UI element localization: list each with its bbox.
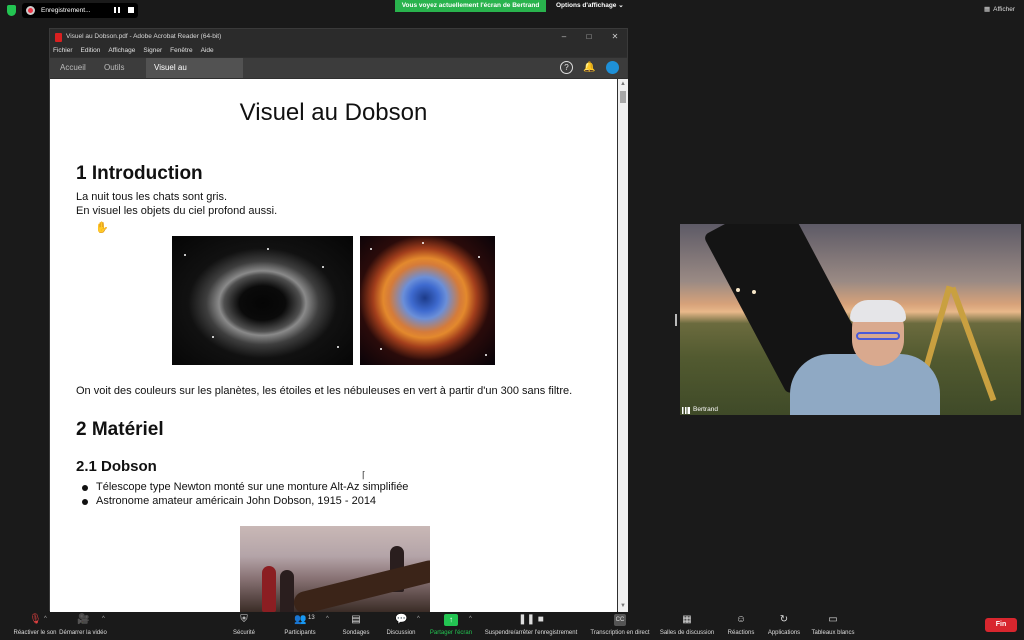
participant-name-label: Bertrand [680, 405, 718, 415]
video-off-icon: 🎥 [77, 614, 90, 625]
share-screen-icon: ↑ [444, 614, 458, 626]
chevron-down-icon: ⌄ [618, 2, 624, 9]
chat-icon: 💬 [395, 614, 408, 625]
scrollbar-thumb[interactable] [620, 91, 626, 103]
helix-nebula-bw-image [172, 236, 353, 365]
window-title: Visuel au Dobson.pdf - Adobe Acrobat Rea… [66, 33, 222, 40]
audio-options-caret-icon[interactable]: ^ [44, 616, 47, 622]
breakout-rooms-icon: ▦ [682, 614, 692, 625]
avatar[interactable] [606, 61, 619, 74]
heading-materiel: 2 Matériel [76, 419, 164, 440]
signal-strength-icon [682, 406, 690, 414]
zoom-top-bar: Enregistrement... Vous voyez actuellemen… [0, 0, 1024, 22]
menu-fichier[interactable]: Fichier [53, 45, 73, 57]
menu-signer[interactable]: Signer [143, 45, 162, 57]
menu-edition[interactable]: Edition [81, 45, 101, 57]
close-icon[interactable]: ✕ [609, 31, 621, 43]
participant-name: Bertrand [693, 406, 718, 413]
maximize-icon[interactable]: □ [583, 31, 595, 43]
recording-dot-icon [26, 6, 35, 15]
zoom-meeting-window: Enregistrement... Vous voyez actuellemen… [0, 0, 1024, 640]
text-cursor-icon: ⌈ [362, 470, 366, 480]
acrobat-pdf-icon [55, 33, 62, 42]
share-screen-label: Partager l'écran [429, 630, 473, 636]
intro-line-1: La nuit tous les chats sont gris. [76, 191, 228, 203]
apps-icon: ↻ [779, 614, 789, 625]
participants-count: 13 [308, 615, 315, 621]
view-options-button[interactable]: Options d'affichage ⌄ [556, 0, 628, 12]
acrobat-window: Visuel au Dobson.pdf - Adobe Acrobat Rea… [49, 28, 628, 612]
recording-indicator: Enregistrement... [22, 3, 138, 18]
list-item: Astronome amateur américain John Dobson,… [81, 495, 377, 507]
tab-document[interactable]: Visuel au Dobson.p...✕ [146, 58, 243, 92]
whiteboards-label: Tableaux blancs [811, 630, 855, 636]
menu-aide[interactable]: Aide [201, 45, 214, 57]
acrobat-tab-bar: Accueil Outils Visuel au Dobson.p...✕ ? … [50, 58, 627, 92]
reactions-icon: ☺ [735, 614, 747, 625]
view-button-label: Afficher [993, 5, 1016, 13]
zoom-toolbar: 🎙 Réactiver le son ^ 🎥 Démarrer la vidéo… [0, 612, 1024, 640]
recording-controls-button[interactable]: ❚❚ ■ Suspendre/arrêter l'enregistrement [478, 614, 584, 640]
list-item: Télescope type Newton monté sur une mont… [81, 481, 409, 493]
tab-accueil[interactable]: Accueil [52, 58, 94, 78]
whiteboards-button[interactable]: ▭ Tableaux blancs [798, 614, 868, 640]
cc-icon: CC [614, 614, 626, 626]
hand-cursor-icon: ✋ [95, 222, 109, 234]
video-options-caret-icon[interactable]: ^ [102, 616, 105, 622]
menu-affichage[interactable]: Affichage [108, 45, 135, 57]
help-icon[interactable]: ? [560, 61, 573, 74]
minimize-icon[interactable]: – [558, 31, 570, 43]
polls-icon: ▤ [351, 614, 361, 625]
pdf-page: Visuel au Dobson 1 Introduction La nuit … [50, 79, 617, 612]
document-title: Visuel au Dobson [239, 99, 428, 126]
view-options-label: Options d'affichage [556, 2, 617, 9]
view-button[interactable]: ▦ Afficher [984, 5, 1016, 14]
intro-line-2: En visuel les objets du ciel profond aus… [76, 205, 278, 217]
helix-nebula-color-image [360, 236, 495, 365]
whiteboard-icon: ▭ [828, 614, 838, 625]
acrobat-menu-bar: Fichier Edition Affichage Signer Fenêtre… [50, 45, 627, 57]
stop-recording-icon[interactable] [128, 7, 134, 13]
heading-dobson: 2.1 Dobson [76, 458, 157, 475]
grid-view-icon: ▦ [984, 6, 991, 13]
security-shield-icon[interactable] [7, 5, 16, 16]
tab-outils[interactable]: Outils [96, 58, 132, 78]
share-caret-icon[interactable]: ^ [469, 616, 472, 622]
microphone-muted-icon: 🎙 [29, 614, 42, 625]
dobson-telescope-photo [240, 526, 430, 612]
menu-fenetre[interactable]: Fenêtre [170, 45, 192, 57]
share-screen-button[interactable]: ↑ Partager l'écran [416, 614, 486, 640]
screen-share-banner: Vous voyez actuellement l'écran de Bertr… [395, 0, 546, 12]
heading-introduction: 1 Introduction [76, 163, 203, 184]
pdf-scrollbar[interactable]: ▲ ▼ [618, 79, 628, 612]
bell-icon[interactable]: 🔔 [583, 61, 596, 74]
recording-label: Enregistrement... [41, 7, 91, 14]
scroll-down-icon[interactable]: ▼ [618, 602, 628, 610]
pause-recording-icon[interactable] [114, 7, 120, 13]
panel-resize-handle[interactable] [675, 314, 677, 326]
end-meeting-button[interactable]: Fin [985, 618, 1017, 632]
start-video-label: Démarrer la vidéo [59, 630, 107, 636]
recording-controls-icon: ❚❚ ■ [518, 614, 544, 625]
start-video-button[interactable]: 🎥 Démarrer la vidéo [48, 614, 118, 640]
recording-controls-label: Suspendre/arrêter l'enregistrement [484, 630, 578, 636]
live-transcript-label: Transcription en direct [590, 630, 650, 636]
acrobat-title-bar: Visuel au Dobson.pdf - Adobe Acrobat Rea… [50, 29, 627, 45]
participants-icon: 👥 [294, 614, 307, 625]
scroll-up-icon[interactable]: ▲ [618, 80, 628, 88]
live-transcript-button[interactable]: CC Transcription en direct [585, 614, 655, 640]
participant-video-tile[interactable] [680, 224, 1021, 415]
shield-icon: ⛨ [240, 614, 248, 625]
colors-paragraph: On voit des couleurs sur les planètes, l… [76, 385, 573, 397]
